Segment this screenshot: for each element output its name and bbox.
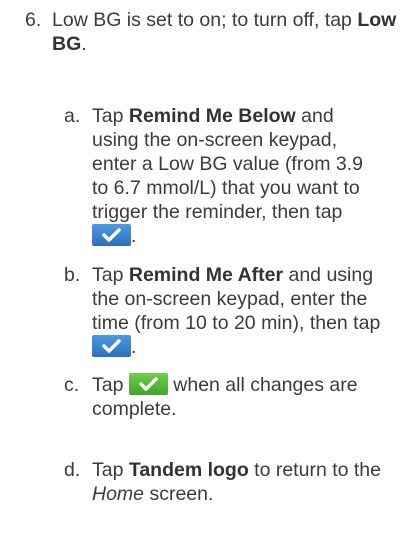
confirm-checkmark-icon bbox=[92, 335, 131, 357]
substep-letter: c. bbox=[64, 374, 80, 396]
tandem-logo-label: Tandem logo bbox=[128, 459, 249, 481]
confirm-checkmark-icon bbox=[92, 224, 131, 246]
substep-text: Tap when all changes are complete. bbox=[92, 373, 358, 420]
save-checkmark-icon bbox=[128, 373, 168, 395]
substep-text: Tap Remind Me Below and using the on-scr… bbox=[92, 105, 363, 247]
substep-letter: d. bbox=[64, 459, 81, 481]
home-screen-label: Home bbox=[92, 483, 145, 505]
step-text: Low BG is set to on; to turn off, tap Lo… bbox=[52, 9, 397, 55]
substep-letter: a. bbox=[64, 105, 81, 127]
step-number: 6. bbox=[25, 9, 42, 31]
substep-text: Tap Remind Me After and using the on-scr… bbox=[92, 264, 381, 358]
remind-me-below-label: Remind Me Below bbox=[128, 105, 296, 127]
remind-me-after-label: Remind Me After bbox=[128, 264, 284, 286]
substep-text: Tap Tandem logo to return to the Home sc… bbox=[92, 459, 381, 505]
substep-letter: b. bbox=[64, 264, 81, 286]
instruction-page: 6. Low BG is set to on; to turn off, tap… bbox=[0, 0, 417, 559]
